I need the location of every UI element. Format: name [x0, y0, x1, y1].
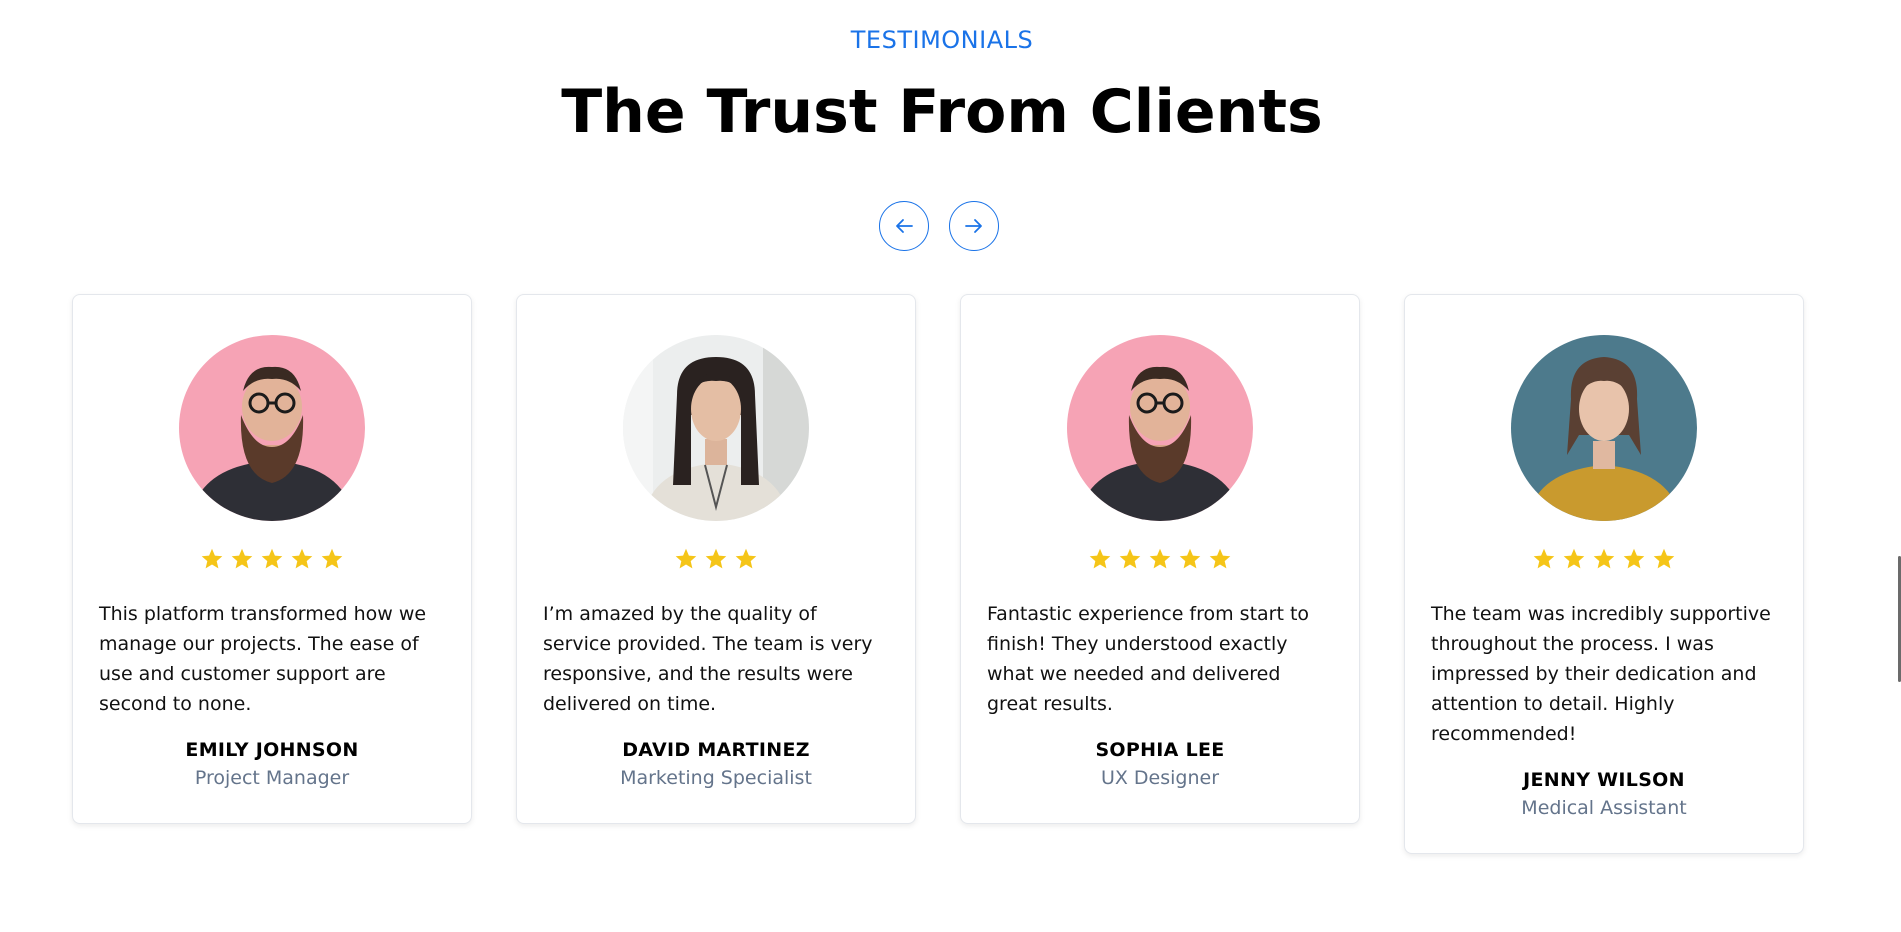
- star-icon: [291, 548, 313, 569]
- prev-button[interactable]: [879, 201, 929, 251]
- star-icon: [1533, 548, 1555, 569]
- section-title: The Trust From Clients: [561, 77, 1323, 147]
- client-name: JENNY WILSON: [1523, 769, 1685, 791]
- star-icon: [201, 548, 223, 569]
- avatar: [179, 335, 365, 521]
- testimonial-card: The team was incredibly supportive throu…: [1404, 294, 1804, 854]
- star-icon: [261, 548, 283, 569]
- testimonial-quote: The team was incredibly supportive throu…: [1431, 603, 1771, 745]
- star-rating: [543, 547, 889, 571]
- star-icon: [705, 548, 727, 569]
- star-icon: [1119, 548, 1141, 569]
- star-icon: [1179, 548, 1201, 569]
- star-rating: [99, 547, 445, 571]
- carousel-nav: [879, 201, 999, 251]
- star-rating: [1431, 547, 1777, 571]
- arrow-right-icon: [965, 219, 982, 233]
- client-name: EMILY JOHNSON: [185, 739, 359, 761]
- star-icon: [231, 548, 253, 569]
- client-name: SOPHIA LEE: [1095, 739, 1225, 761]
- testimonial-card: Fantastic experience from start to finis…: [960, 294, 1360, 824]
- client-name: DAVID MARTINEZ: [622, 739, 810, 761]
- star-icon: [1653, 548, 1675, 569]
- star-icon: [1593, 548, 1615, 569]
- client-role: Marketing Specialist: [620, 767, 812, 789]
- next-button[interactable]: [949, 201, 999, 251]
- section-eyebrow: TESTIMONIALS: [850, 26, 1034, 54]
- client-role: Medical Assistant: [1521, 797, 1687, 819]
- testimonials-section: TESTIMONIALS The Trust From Clients This…: [0, 0, 1901, 932]
- star-icon: [1623, 548, 1645, 569]
- testimonial-quote: I’m amazed by the quality of service pro…: [543, 603, 873, 715]
- star-icon: [675, 548, 697, 569]
- star-rating: [987, 547, 1333, 571]
- star-icon: [1563, 548, 1585, 569]
- testimonial-card: This platform transformed how we manage …: [72, 294, 472, 824]
- star-icon: [1209, 548, 1231, 569]
- client-role: UX Designer: [1100, 767, 1220, 789]
- client-role: Project Manager: [194, 767, 350, 789]
- arrow-left-icon: [896, 219, 913, 233]
- star-icon: [1089, 548, 1111, 569]
- testimonial-quote: This platform transformed how we manage …: [99, 603, 427, 715]
- star-icon: [321, 548, 343, 569]
- testimonial-card: I’m amazed by the quality of service pro…: [516, 294, 916, 824]
- avatar: [1067, 335, 1253, 521]
- testimonial-cards: This platform transformed how we manage …: [72, 294, 1804, 854]
- star-icon: [735, 548, 757, 569]
- avatar: [1511, 335, 1697, 521]
- testimonial-quote: Fantastic experience from start to finis…: [987, 603, 1310, 715]
- avatar: [623, 335, 809, 521]
- star-icon: [1149, 548, 1171, 569]
